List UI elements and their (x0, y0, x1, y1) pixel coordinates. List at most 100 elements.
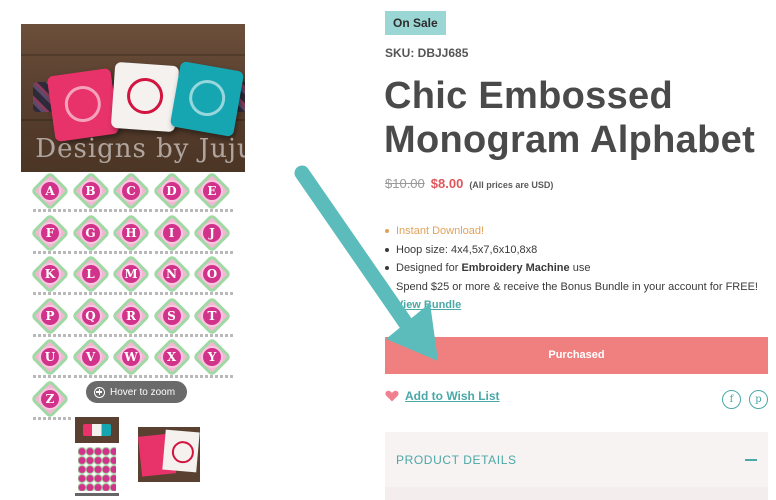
letter-caption (73, 375, 112, 378)
feature-instant-download: Instant Download! (385, 222, 765, 241)
add-to-wishlist-link[interactable]: Add to Wish List (405, 389, 500, 403)
pinterest-share-icon[interactable]: p (749, 390, 768, 409)
letter-monogram: R (120, 304, 142, 327)
letter-cell: B (70, 171, 112, 215)
letter-cell: S (151, 295, 193, 340)
purchased-button[interactable]: Purchased (385, 337, 768, 374)
letter-caption (114, 375, 152, 378)
letter-caption (73, 250, 112, 254)
letter-caption (33, 416, 71, 420)
letter-cell: Q (70, 295, 112, 340)
letter-caption (33, 333, 71, 337)
price-row: $10.00 $8.00 (All prices are USD) (385, 176, 553, 191)
letter-monogram: J (201, 221, 223, 244)
teal-monogram-tile (169, 60, 245, 138)
letter-cell: F (30, 212, 71, 257)
letter-cell: C (111, 171, 152, 215)
letter-caption (154, 250, 193, 254)
letter-cell: E (192, 171, 233, 215)
letter-monogram: X (160, 346, 183, 368)
letter-monogram: Y (201, 346, 223, 368)
letter-monogram: Q (79, 304, 102, 327)
letter-caption (195, 209, 233, 212)
sale-price: $8.00 (430, 176, 464, 191)
product-details-accordion: PRODUCT DETAILS (385, 432, 768, 500)
original-price: $10.00 (385, 176, 425, 191)
pink-monogram-tile (46, 67, 120, 143)
wood-plank-line (21, 54, 245, 56)
letter-cell: J (192, 212, 233, 257)
letter-cell: N (151, 254, 193, 298)
letter-monogram: A (39, 180, 61, 202)
wishlist-row[interactable]: Add to Wish List (385, 389, 500, 403)
letter-monogram: S (160, 304, 183, 327)
thumbnail-photo (75, 417, 119, 443)
letter-cell: U (30, 337, 71, 381)
letter-caption (195, 333, 233, 337)
feature-bonus-bundle: Spend $25 or more & receive the Bonus Bu… (385, 278, 765, 297)
feature-view-bundle: View Bundle (385, 296, 765, 315)
zoom-plus-icon (94, 386, 105, 398)
letter-monogram: B (79, 180, 102, 202)
feature-hoop-size: Hoop size: 4x4,5x7,6x10,8x8 (385, 241, 765, 260)
letter-cell: M (111, 254, 152, 298)
product-details-header[interactable]: PRODUCT DETAILS (385, 432, 768, 487)
letter-caption (114, 250, 152, 254)
zoom-label: Hover to zoom (110, 386, 176, 398)
letter-monogram: E (201, 180, 223, 202)
letter-cell: W (111, 337, 152, 381)
letter-caption (73, 209, 112, 212)
letter-caption (114, 209, 152, 212)
letter-monogram: N (160, 263, 183, 285)
facebook-share-icon[interactable]: f (722, 390, 741, 409)
main-product-image[interactable]: Designs by Juju (21, 24, 245, 172)
letter-monogram: G (79, 221, 102, 244)
letter-cell: P (30, 295, 71, 340)
collapse-minus-icon[interactable] (745, 459, 757, 461)
machine-type: Embroidery Machine (461, 262, 570, 274)
letter-monogram: F (39, 221, 61, 244)
letter-caption (73, 333, 112, 337)
letter-cell: Z (30, 378, 71, 423)
currency-note: (All prices are USD) (469, 180, 554, 190)
view-bundle-link[interactable]: View Bundle (396, 299, 461, 311)
thumbnail-1[interactable] (75, 417, 119, 496)
letter-caption (195, 250, 233, 254)
letter-caption (114, 333, 152, 337)
letter-monogram: L (79, 263, 102, 285)
letter-caption (114, 292, 152, 295)
letter-cell: H (111, 212, 152, 257)
letter-caption (33, 375, 71, 378)
letter-caption (73, 292, 112, 295)
letter-caption (154, 375, 193, 378)
letter-caption (154, 292, 193, 295)
letter-monogram: W (120, 346, 142, 368)
letter-monogram: C (120, 180, 142, 202)
heart-icon (385, 390, 399, 402)
letter-cell: O (192, 254, 233, 298)
letter-cell: G (70, 212, 112, 257)
letter-cell: Y (192, 337, 233, 381)
letter-monogram: P (39, 304, 61, 327)
letter-cell: X (151, 337, 193, 381)
white-monogram-tile (110, 61, 180, 133)
letter-monogram: D (160, 180, 183, 202)
letter-cell: I (151, 212, 193, 257)
feature-designed-for: Designed for Embroidery Machine use (385, 259, 765, 278)
letter-cell: K (30, 254, 71, 298)
watermark: Designs by Juju (35, 134, 245, 164)
letter-cell: R (111, 295, 152, 340)
letter-monogram: I (160, 221, 183, 244)
thumbnail-2[interactable] (138, 427, 200, 482)
product-details-body (385, 487, 768, 500)
letter-cell: D (151, 171, 193, 215)
letter-caption (33, 250, 71, 254)
letter-cell: A (30, 171, 71, 215)
letter-cell: V (70, 337, 112, 381)
sku-label: SKU: DBJJ685 (385, 46, 469, 60)
thumbnail-letter-grid (78, 447, 116, 491)
product-title: Chic Embossed Monogram Alphabet (384, 75, 756, 161)
feature-list: Instant Download! Hoop size: 4x4,5x7,6x1… (385, 222, 765, 315)
thumbnail-white-tile (162, 429, 200, 473)
letter-monogram: H (120, 221, 142, 244)
